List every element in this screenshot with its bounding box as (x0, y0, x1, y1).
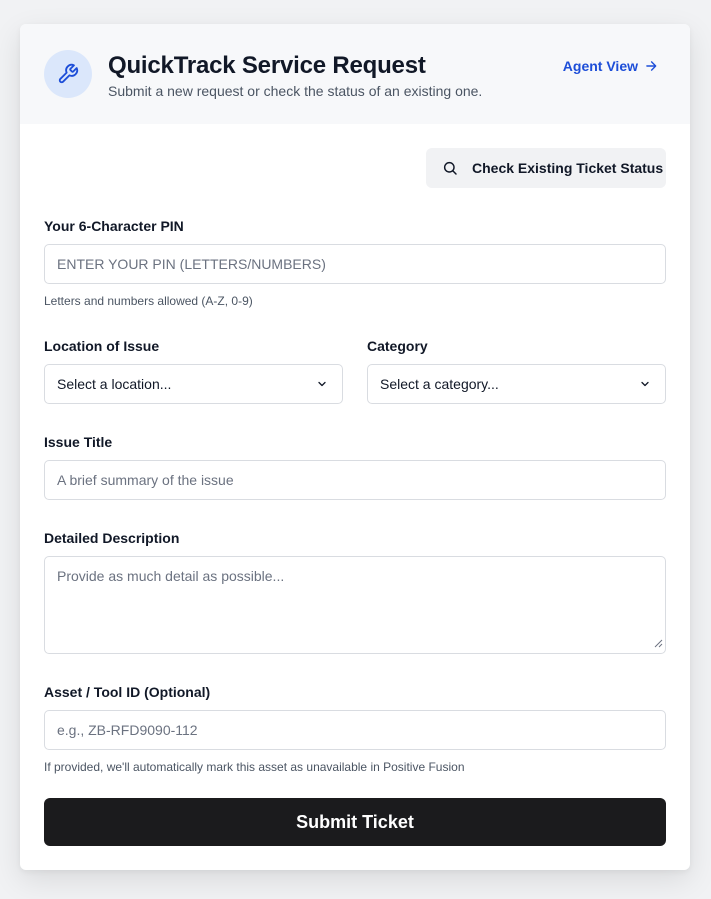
location-select[interactable]: Select a location... (44, 364, 343, 404)
search-icon (442, 160, 458, 176)
logo-badge (44, 50, 92, 98)
description-textarea[interactable]: Provide as much detail as possible... (44, 556, 666, 654)
pin-help-text: Letters and numbers allowed (A-Z, 0-9) (44, 294, 253, 308)
issue-title-label: Issue Title (44, 434, 113, 450)
page-subtitle: Submit a new request or check the status… (108, 83, 483, 99)
pin-placeholder: ENTER YOUR PIN (LETTERS/NUMBERS) (57, 256, 326, 272)
agent-view-link[interactable]: Agent View (563, 58, 658, 74)
location-label: Location of Issue (44, 338, 160, 354)
asset-id-input[interactable]: e.g., ZB-RFD9090-112 (44, 710, 666, 750)
card-header: QuickTrack Service Request Submit a new … (20, 24, 690, 124)
wrench-icon (57, 63, 79, 85)
pin-label: Your 6-Character PIN (44, 218, 184, 234)
check-ticket-status-label: Check Existing Ticket Status (472, 160, 664, 176)
asset-label: Asset / Tool ID (Optional) (44, 684, 211, 700)
agent-view-label: Agent View (562, 58, 638, 74)
category-selected-value: Select a category... (380, 376, 499, 392)
chevron-down-icon (639, 378, 651, 390)
page-title: QuickTrack Service Request (108, 52, 426, 79)
description-placeholder: Provide as much detail as possible... (57, 568, 285, 584)
submit-ticket-button[interactable]: Submit Ticket (44, 798, 666, 846)
pin-input[interactable]: ENTER YOUR PIN (LETTERS/NUMBERS) (44, 244, 666, 284)
asset-help-text: If provided, we'll automatically mark th… (44, 760, 465, 774)
issue-title-input[interactable]: A brief summary of the issue (44, 460, 666, 500)
asset-id-placeholder: e.g., ZB-RFD9090-112 (57, 722, 198, 738)
category-label: Category (367, 338, 428, 354)
check-ticket-status-button[interactable]: Check Existing Ticket Status (426, 148, 666, 188)
chevron-down-icon (316, 378, 328, 390)
location-selected-value: Select a location... (57, 376, 172, 392)
resize-handle-icon[interactable] (654, 635, 663, 651)
description-label: Detailed Description (44, 530, 180, 546)
issue-title-placeholder: A brief summary of the issue (57, 472, 234, 488)
category-select[interactable]: Select a category... (367, 364, 666, 404)
service-request-card: QuickTrack Service Request Submit a new … (20, 24, 690, 870)
arrow-right-icon (644, 59, 658, 73)
